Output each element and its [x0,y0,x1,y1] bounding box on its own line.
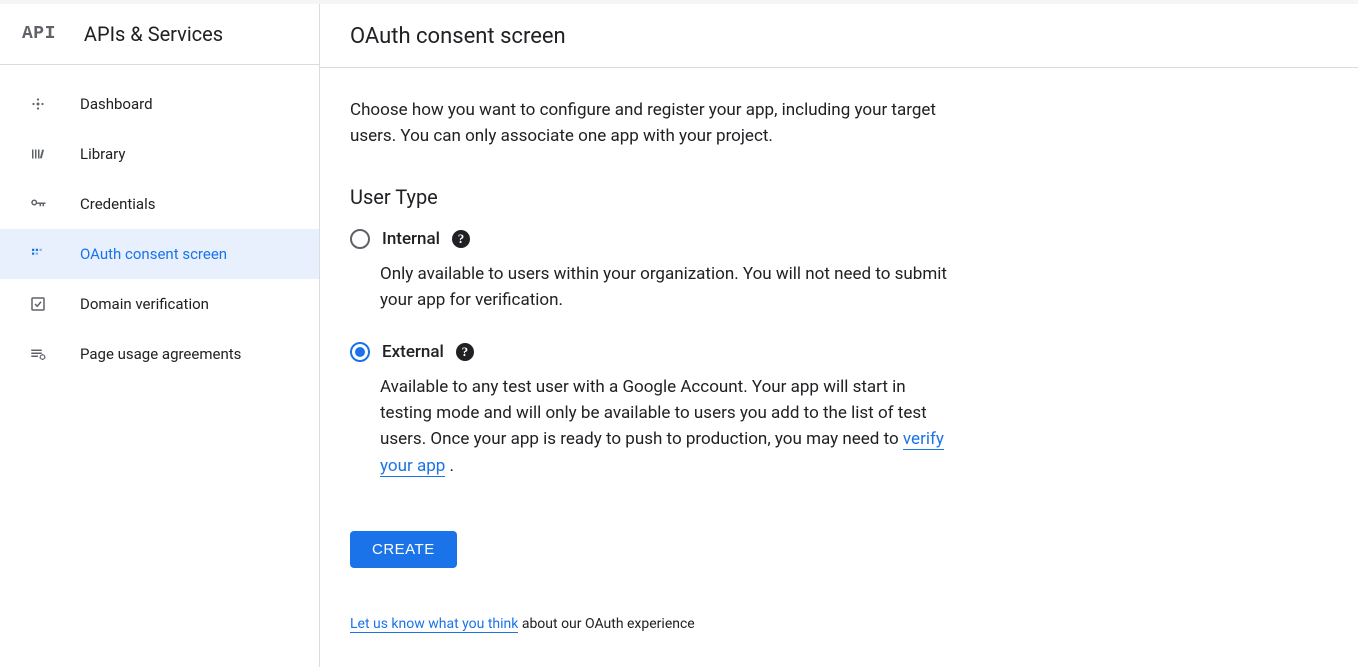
sidebar-item-label: Page usage agreements [80,345,241,363]
radio-external[interactable] [350,342,370,362]
sidebar-item-label: Credentials [80,195,155,213]
radio-description-external: Available to any test user with a Google… [380,374,950,479]
sidebar-title: APIs & Services [84,22,223,46]
sidebar-item-library[interactable]: Library [0,129,319,179]
sidebar: API APIs & Services Dashboard Library [0,4,320,667]
radio-description-internal: Only available to users within your orga… [380,261,950,314]
sidebar-item-oauth-consent[interactable]: OAuth consent screen [0,229,319,279]
consent-screen-icon [28,244,48,264]
help-icon[interactable]: ? [456,343,474,361]
radio-option-internal: Internal ? Only available to users withi… [350,229,950,314]
radio-internal[interactable] [350,229,370,249]
settings-list-icon [28,344,48,364]
dashboard-icon [28,94,48,114]
feedback-link[interactable]: Let us know what you think [350,616,518,633]
sidebar-item-page-usage[interactable]: Page usage agreements [0,329,319,379]
sidebar-item-label: OAuth consent screen [80,245,227,263]
sidebar-item-dashboard[interactable]: Dashboard [0,79,319,129]
key-icon [28,194,48,214]
page-title: OAuth consent screen [350,24,1328,49]
help-icon[interactable]: ? [452,230,470,248]
sidebar-item-domain-verification[interactable]: Domain verification [0,279,319,329]
main-header: OAuth consent screen [320,4,1358,68]
radio-label-internal: Internal [382,229,440,249]
sidebar-nav: Dashboard Library Credentials OAuth cons… [0,65,319,379]
checkbox-icon [28,294,48,314]
feedback-row: Let us know what you think about our OAu… [350,616,950,632]
main-content: OAuth consent screen Choose how you want… [320,4,1358,667]
sidebar-item-label: Library [80,145,125,163]
sidebar-header: API APIs & Services [0,4,319,65]
api-logo-icon: API [22,24,56,44]
user-type-heading: User Type [350,185,950,209]
intro-text: Choose how you want to configure and reg… [350,98,950,149]
sidebar-item-label: Dashboard [80,95,153,113]
sidebar-item-credentials[interactable]: Credentials [0,179,319,229]
radio-label-external: External [382,342,444,362]
radio-option-external: External ? Available to any test user wi… [350,342,950,479]
feedback-text: about our OAuth experience [518,616,694,632]
library-icon [28,144,48,164]
create-button[interactable]: CREATE [350,531,457,568]
sidebar-item-label: Domain verification [80,295,209,313]
